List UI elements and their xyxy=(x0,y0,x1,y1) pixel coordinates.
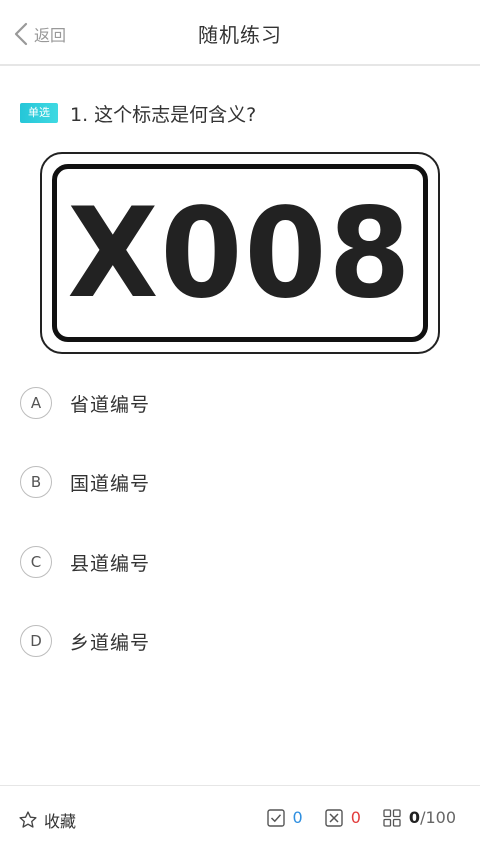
road-sign-image: X008 xyxy=(40,152,440,354)
option-letter: B xyxy=(20,466,52,498)
option-b[interactable]: B 国道编号 xyxy=(20,465,460,499)
check-box-icon xyxy=(266,808,285,827)
option-text: 国道编号 xyxy=(70,472,151,495)
option-letter: A xyxy=(20,387,52,419)
correct-stat: 0 xyxy=(266,808,303,827)
road-sign-text: X008 xyxy=(67,180,413,326)
option-letter: D xyxy=(20,625,52,657)
page-title: 随机练习 xyxy=(198,23,282,47)
question-row: 单选 1. 这个标志是何含义? xyxy=(20,98,256,128)
option-a[interactable]: A 省道编号 xyxy=(20,386,460,420)
option-text: 县道编号 xyxy=(70,552,151,575)
option-text: 省道编号 xyxy=(70,393,151,416)
app-screen: 返回 随机练习 单选 1. 这个标志是何含义? X008 A 省道编号 B 国道… xyxy=(0,0,480,855)
total-count: /100 xyxy=(420,808,456,827)
progress-stat[interactable]: 0 /100 xyxy=(383,808,456,827)
grid-icon xyxy=(383,808,401,827)
road-sign-border: X008 xyxy=(52,164,428,342)
correct-count: 0 xyxy=(292,808,303,827)
option-c[interactable]: C 县道编号 xyxy=(20,545,460,579)
footer-bar: 收藏 0 0 0 /100 xyxy=(0,785,480,855)
header-bar: 返回 随机练习 xyxy=(0,0,480,66)
option-d[interactable]: D 乡道编号 xyxy=(20,624,460,658)
wrong-count: 0 xyxy=(350,808,361,827)
cross-box-icon xyxy=(325,808,343,827)
option-letter: C xyxy=(20,546,52,578)
done-count: 0 xyxy=(408,808,421,827)
option-text: 乡道编号 xyxy=(70,631,151,654)
wrong-stat: 0 xyxy=(325,808,361,827)
question-text: 1. 这个标志是何含义? xyxy=(70,103,257,126)
favorite-button[interactable]: 收藏 xyxy=(18,808,76,832)
question-type-badge: 单选 xyxy=(20,103,58,123)
favorite-label: 收藏 xyxy=(44,812,77,831)
answer-stats: 0 0 0 /100 xyxy=(245,808,456,827)
star-icon xyxy=(19,811,37,828)
